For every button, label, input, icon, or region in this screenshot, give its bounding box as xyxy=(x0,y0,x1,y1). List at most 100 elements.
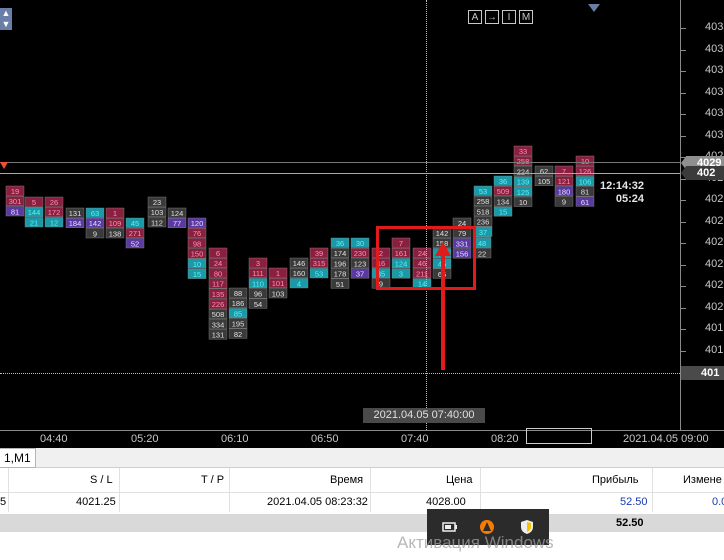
cluster-volume-label: 271 xyxy=(129,229,142,238)
cluster-volume-label: 9 xyxy=(93,229,97,238)
cluster-volume-label: 45 xyxy=(131,219,139,228)
cluster-volume-label: 36 xyxy=(336,239,344,248)
cluster-volume-label: 3 xyxy=(256,259,260,268)
cluster-volume-label: 103 xyxy=(151,208,164,217)
arrow-tool-button[interactable]: → xyxy=(485,10,499,24)
cluster-volume-label: 81 xyxy=(11,207,19,216)
cluster-volume-label: 9 xyxy=(562,198,566,207)
cluster-volume-label: 80 xyxy=(214,269,222,278)
cluster-volume-label: 53 xyxy=(479,187,487,196)
price-tick-mark xyxy=(681,264,686,266)
footprint-cluster: 631429 xyxy=(85,207,105,238)
table-header: S / L T / P Время Цена Прибыль Измене xyxy=(0,468,724,493)
footprint-cluster: 8818685 19582 xyxy=(228,287,248,339)
chart-tab[interactable]: 1,M1 xyxy=(0,448,36,468)
cluster-volume-label: 120 xyxy=(191,219,204,228)
price-axis[interactable]: 403 403 403 403 403 403 402 402 402 402 402 402 402 4… xyxy=(680,0,724,430)
cluster-volume-label: 62 xyxy=(540,167,548,176)
footprint-cluster: 3931553 xyxy=(309,247,329,278)
cluster-volume-label: 15 xyxy=(193,270,201,279)
cluster-volume-label: 518 xyxy=(477,207,490,216)
text-tool-button[interactable]: A xyxy=(468,10,482,24)
cluster-volume-label: 96 xyxy=(254,290,262,299)
timer-clock: 12:14:32 xyxy=(600,180,645,192)
footprint-cluster: 62105 xyxy=(534,165,554,186)
time-axis[interactable]: 04:40 05:20 06:10 06:50 07:40 08:20 2021… xyxy=(0,428,724,448)
cell-price: 4028.00 xyxy=(426,496,466,508)
cursor-tool-button[interactable]: I xyxy=(502,10,516,24)
footprint-cluster: 3111110 9654 xyxy=(248,257,268,309)
cluster-volume-label: 53 xyxy=(315,269,323,278)
crosshair-time-label: 2021.04.05 07:40:00 xyxy=(363,408,485,423)
cluster-volume-label: 21 xyxy=(30,218,38,227)
cluster-volume-label: 5 xyxy=(32,198,36,207)
footprint-cluster: 1109138 xyxy=(105,207,125,238)
cluster-volume-label: 101 xyxy=(272,279,285,288)
cluster-volume-label: 10 xyxy=(193,260,201,269)
price-tick-label: 403 xyxy=(705,64,724,76)
cluster-volume-label: 15 xyxy=(499,208,507,217)
chart-toolbar: A → I M xyxy=(468,10,533,24)
footprint-cluster: 1207698 1501015 xyxy=(187,217,207,279)
cluster-volume-label: 150 xyxy=(191,250,204,259)
price-tick-label: 402 xyxy=(705,214,724,227)
footprint-cluster: 4527152 xyxy=(125,217,145,248)
price-tick-mark xyxy=(681,28,686,29)
cluster-volume-label: 48 xyxy=(478,239,486,248)
time-input-box[interactable] xyxy=(526,428,592,444)
footprint-cluster: 101261068161 xyxy=(575,155,595,207)
table-row[interactable]: 5 4021.25 2021.04.05 08:23:32 4028.00 52… xyxy=(0,494,724,512)
price-tick-mark xyxy=(681,221,686,223)
scroll-marker-icon[interactable] xyxy=(588,4,600,12)
price-tick-mark xyxy=(681,114,686,115)
time-label: 06:50 xyxy=(311,433,339,445)
crosshair-price-tag: 401 xyxy=(681,366,724,380)
price-tick-label: 402 xyxy=(705,193,724,205)
header-time[interactable]: Время xyxy=(330,474,363,486)
cluster-volume-label: 184 xyxy=(69,219,82,228)
price-tick-mark xyxy=(681,243,686,244)
header-sl[interactable]: S / L xyxy=(90,474,113,486)
cluster-volume-label: 134 xyxy=(497,197,510,206)
header-tp[interactable]: T / P xyxy=(201,474,224,486)
footprint-cluster: 514421 xyxy=(24,196,44,227)
cluster-volume-label: 39 xyxy=(315,249,323,258)
price-tick-label: 402 xyxy=(705,257,724,270)
cluster-volume-label: 146 xyxy=(293,259,306,268)
cluster-volume-label: 4 xyxy=(297,279,301,288)
footprint-cluster: 2617212 xyxy=(44,196,64,227)
cell-time: 2021.04.05 08:23:32 xyxy=(267,496,368,508)
candle-timer: 12:14:32 05:24 xyxy=(600,180,644,205)
price-tick-label: 403 xyxy=(705,128,724,141)
footprint-cluster: 23103112 xyxy=(147,196,167,227)
cluster-volume-label: 226 xyxy=(212,300,225,309)
cluster-volume-label: 98 xyxy=(193,239,201,248)
price-tick-mark xyxy=(681,286,686,287)
summary-row: 52.50 xyxy=(0,514,724,532)
timer-countdown: 05:24 xyxy=(615,193,645,205)
price-tick-mark xyxy=(681,200,686,201)
cell-lead: 5 xyxy=(0,496,7,508)
header-change[interactable]: Измене xyxy=(683,474,722,486)
cluster-chart-plot[interactable]: 1930181514421261721213118463142911091384… xyxy=(0,0,680,430)
cluster-volume-label: 103 xyxy=(272,289,285,298)
cluster-volume-label: 61 xyxy=(581,198,589,207)
footprint-cluster: 36174196 17851 xyxy=(330,237,350,289)
scroll-up-icon[interactable]: ▲ ▼ xyxy=(0,8,12,30)
cluster-volume-label: 117 xyxy=(212,280,224,289)
header-profit[interactable]: Прибыль xyxy=(592,474,639,486)
cluster-volume-label: 88 xyxy=(234,289,242,298)
cluster-volume-label: 301 xyxy=(9,197,22,206)
bid-line xyxy=(0,173,680,174)
menu-tool-button[interactable]: M xyxy=(519,10,533,24)
cell-sl: 4021.25 xyxy=(76,496,116,508)
cluster-volume-label: 6 xyxy=(216,249,220,258)
bid-price-tag: 402 xyxy=(681,166,724,180)
trade-terminal: S / L T / P Время Цена Прибыль Измене 5 … xyxy=(0,468,724,560)
summary-profit: 52.50 xyxy=(616,517,644,529)
header-price[interactable]: Цена xyxy=(446,474,472,486)
cluster-volume-label: 121 xyxy=(558,177,571,186)
crosshair-horizontal xyxy=(0,373,680,374)
chart-window[interactable]: 19 301 81 5 144 21 26 172 12 131 184 63 142 9 1 109 138 4… xyxy=(0,0,724,448)
price-tick-mark xyxy=(681,49,686,51)
